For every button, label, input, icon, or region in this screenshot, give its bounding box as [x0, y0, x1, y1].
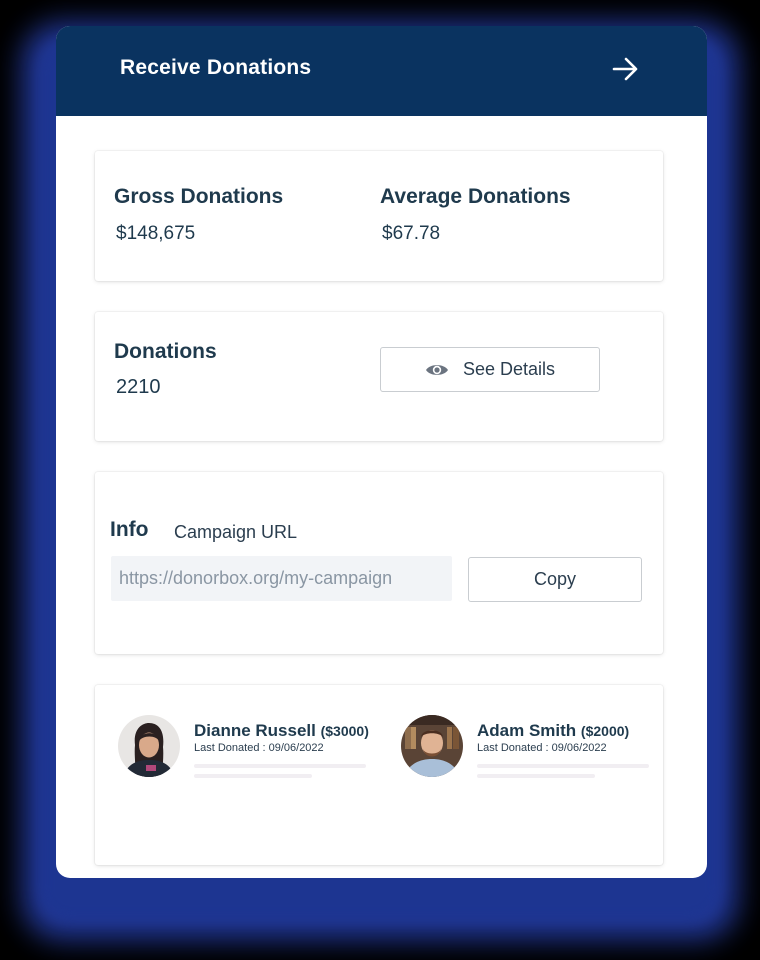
- arrow-right-icon[interactable]: [611, 54, 641, 84]
- avatar: [118, 715, 180, 777]
- see-details-label: See Details: [462, 359, 556, 379]
- donor-name: Adam Smith ($2000): [477, 721, 629, 741]
- average-donations-value: $67.78: [382, 223, 441, 244]
- donations-count: 2210: [116, 376, 161, 398]
- donations-panel: Donations 2210 See Details: [95, 312, 663, 441]
- info-panel: Info Campaign URL Copy: [95, 472, 663, 654]
- donor-name: Dianne Russell ($3000): [194, 721, 369, 741]
- placeholder-bar: [477, 764, 649, 768]
- recent-donors-panel: Dianne Russell ($3000) Last Donated : 09…: [95, 685, 663, 865]
- see-details-button[interactable]: See Details: [380, 347, 600, 392]
- campaign-url-label: Campaign URL: [174, 522, 298, 542]
- info-title: Info: [110, 518, 149, 541]
- eye-icon: [425, 364, 448, 375]
- campaign-url-input[interactable]: [111, 556, 452, 601]
- placeholder-bar: [477, 774, 595, 778]
- stats-panel: Gross Donations $148,675 Average Donatio…: [95, 151, 663, 281]
- donor-amount: ($2000): [580, 723, 630, 739]
- placeholder-bar: [194, 764, 366, 768]
- average-donations-label: Average Donations: [380, 185, 571, 208]
- donations-label: Donations: [114, 340, 217, 363]
- gross-donations-label: Gross Donations: [114, 185, 284, 208]
- donations-card: Receive Donations Gross Donations $148,6…: [56, 26, 707, 878]
- placeholder-bar: [194, 774, 312, 778]
- donor-name-text: Dianne Russell: [194, 721, 316, 740]
- avatar: [401, 715, 463, 777]
- donor-last-donated: Last Donated : 09/06/2022: [194, 742, 324, 754]
- copy-button[interactable]: Copy: [468, 557, 642, 602]
- donor-item: Adam Smith ($2000) Last Donated : 09/06/…: [401, 715, 661, 785]
- donor-item: Dianne Russell ($3000) Last Donated : 09…: [118, 715, 378, 785]
- donor-name-text: Adam Smith: [477, 721, 577, 740]
- gross-donations-value: $148,675: [116, 223, 196, 244]
- donor-last-donated: Last Donated : 09/06/2022: [477, 742, 607, 754]
- header-title: Receive Donations: [120, 56, 312, 79]
- card-header: Receive Donations: [56, 26, 707, 116]
- donor-amount: ($3000): [320, 723, 369, 739]
